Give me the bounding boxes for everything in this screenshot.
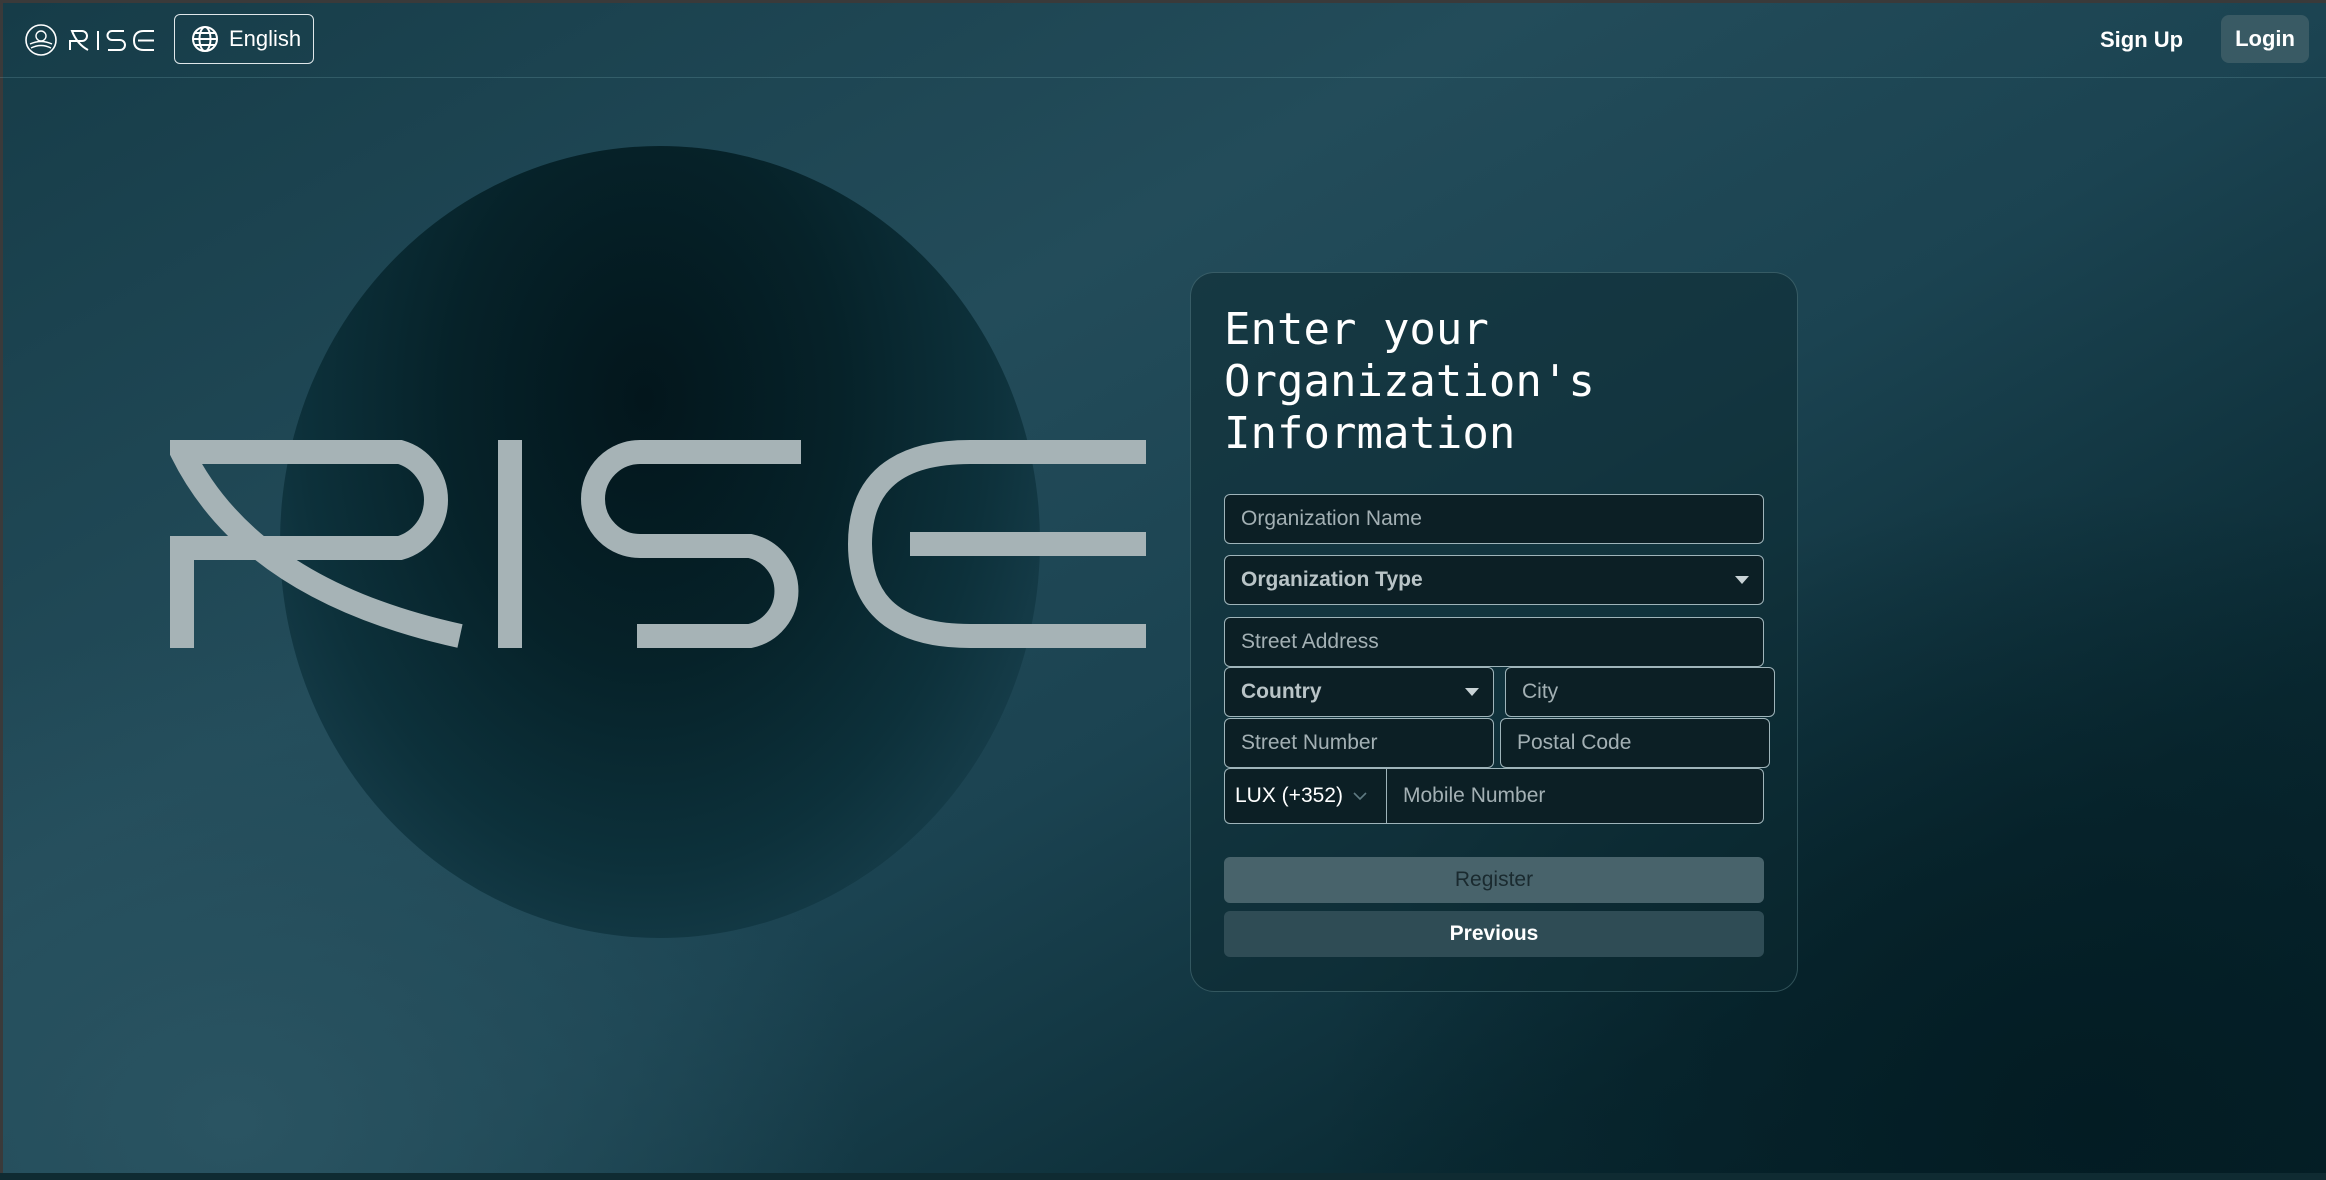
country-code-label: LUX (+352) xyxy=(1235,784,1343,807)
register-button[interactable]: Register xyxy=(1224,857,1764,903)
language-label: English xyxy=(229,26,302,51)
country-select[interactable]: Country xyxy=(1224,667,1494,717)
street-address-input[interactable] xyxy=(1241,630,1763,654)
organization-type-select[interactable]: Organization Type xyxy=(1224,555,1764,605)
previous-button[interactable]: Previous xyxy=(1224,911,1764,957)
country-code-select[interactable]: LUX (+352) xyxy=(1224,768,1386,824)
city-field[interactable] xyxy=(1505,667,1775,717)
postal-code-input[interactable] xyxy=(1517,731,1769,755)
country-label: Country xyxy=(1241,680,1322,703)
street-number-input[interactable] xyxy=(1241,731,1493,755)
rise-logo[interactable] xyxy=(24,22,156,58)
chevron-down-icon xyxy=(1353,792,1367,801)
organization-name-input[interactable] xyxy=(1241,507,1763,531)
top-navigation-bar: English Sign Up Login xyxy=(0,0,2326,78)
rise-logo-icon xyxy=(25,24,57,56)
street-address-field[interactable] xyxy=(1224,617,1764,667)
rise-wordmark xyxy=(69,30,154,51)
window-frame-left xyxy=(0,0,3,1180)
language-selector-button[interactable]: English xyxy=(174,14,314,64)
form-title: Enter your Organization's Information xyxy=(1224,304,1595,459)
window-frame-bottom xyxy=(0,1173,2326,1180)
street-number-field[interactable] xyxy=(1224,718,1494,768)
rise-hero-wordmark xyxy=(170,440,1146,648)
caret-down-icon xyxy=(1465,688,1479,696)
login-button[interactable]: Login xyxy=(2221,15,2309,63)
mobile-number-input[interactable] xyxy=(1403,784,1763,808)
mobile-number-field[interactable] xyxy=(1386,768,1764,824)
organization-name-field[interactable] xyxy=(1224,494,1764,544)
globe-icon xyxy=(192,26,218,52)
postal-code-field[interactable] xyxy=(1500,718,1770,768)
caret-down-icon xyxy=(1735,576,1749,584)
sign-up-link[interactable]: Sign Up xyxy=(2100,22,2183,58)
phone-number-group: LUX (+352) xyxy=(1224,768,1764,824)
organization-type-label: Organization Type xyxy=(1241,568,1423,591)
city-input[interactable] xyxy=(1522,680,1774,704)
